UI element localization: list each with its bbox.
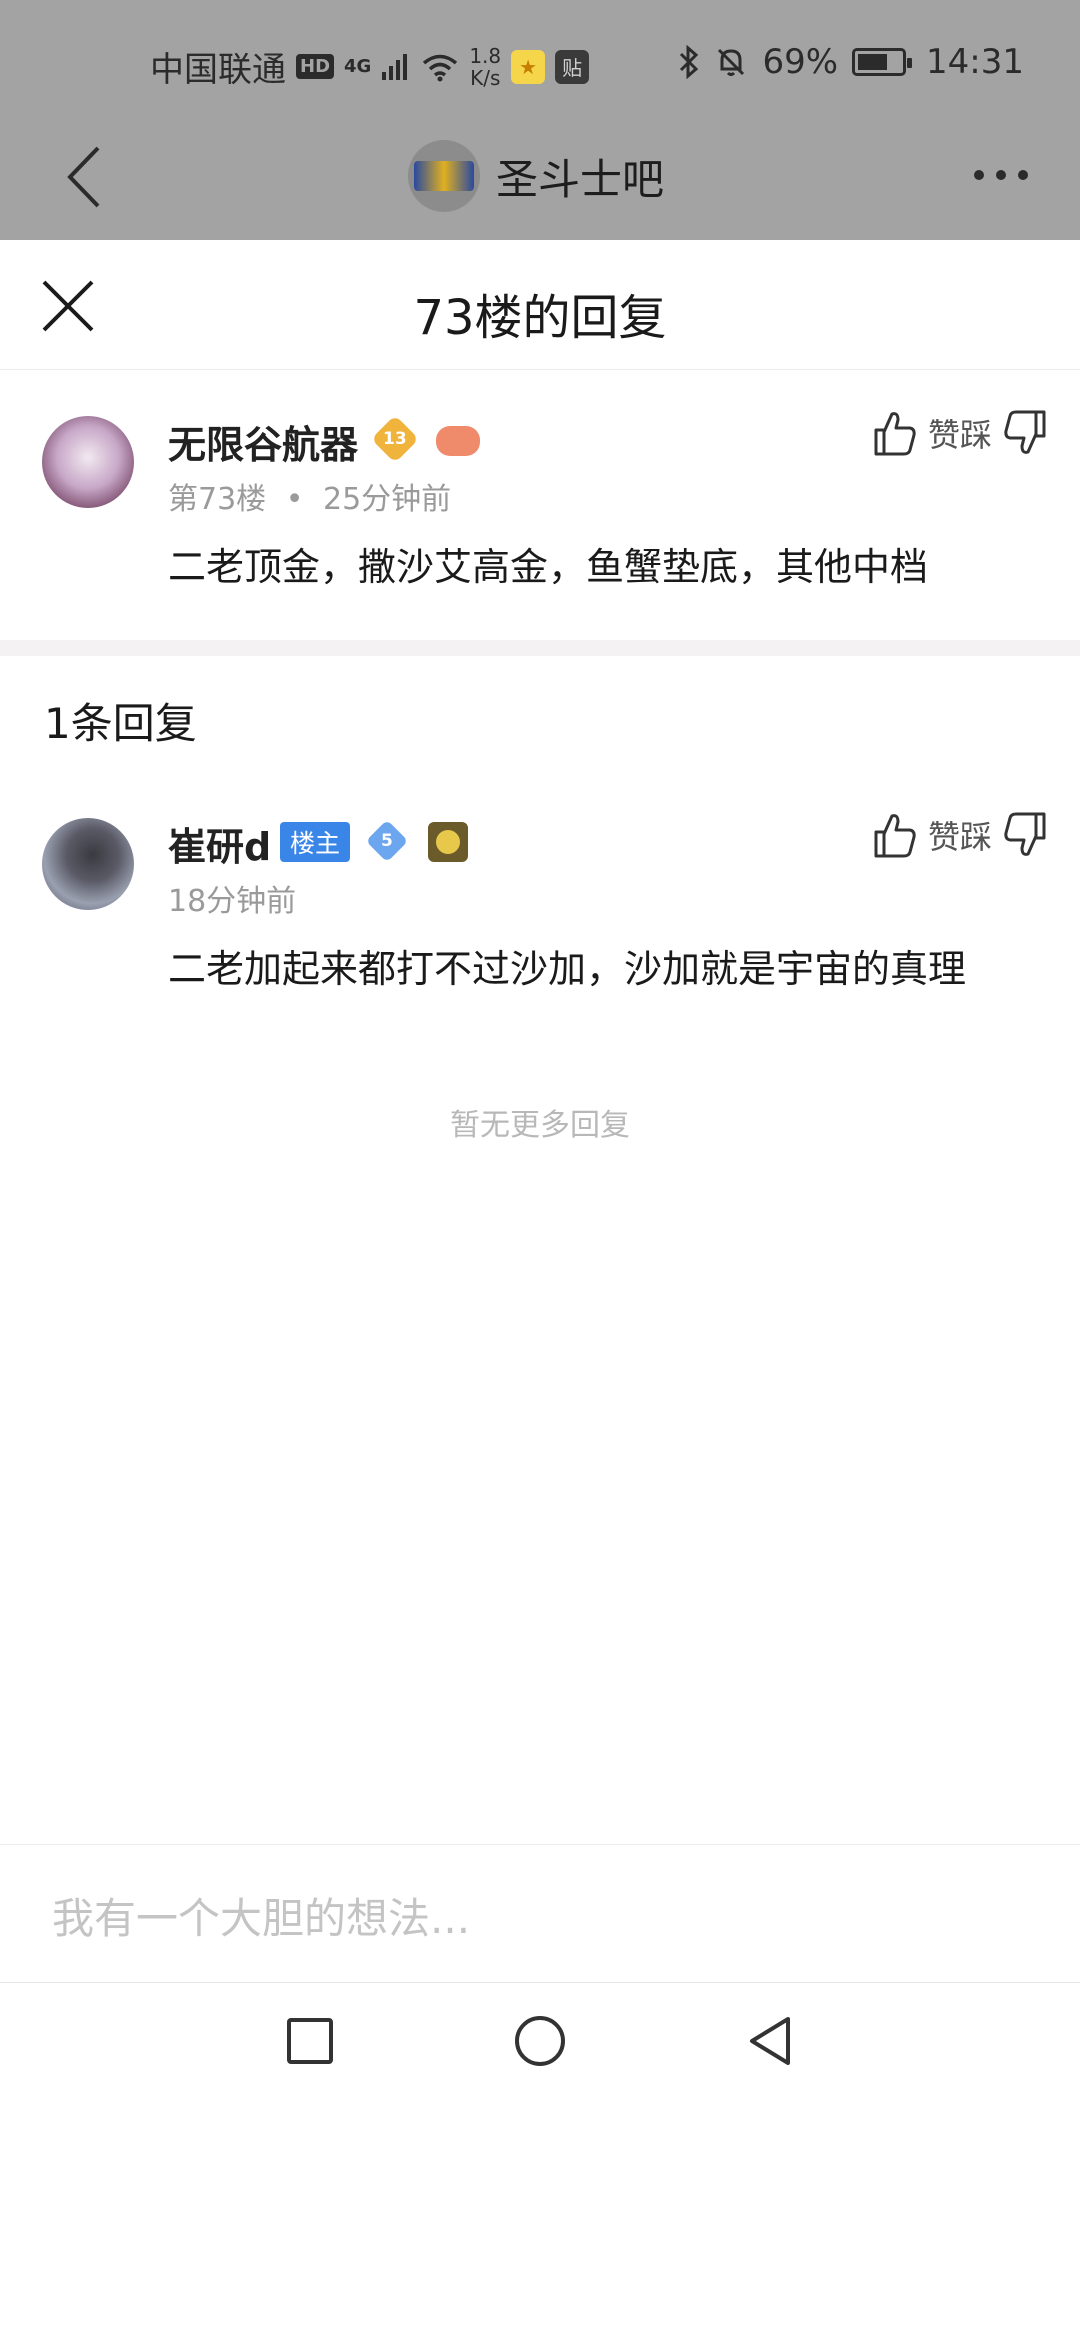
thumbs-up-icon[interactable] — [872, 408, 918, 458]
post-content: 二老顶金，撒沙艾高金，鱼蟹垫底，其他中档 — [168, 545, 929, 589]
forum-nav-bar: 圣斗士吧 — [0, 130, 1080, 240]
thumbs-down-icon[interactable] — [1002, 810, 1048, 860]
avatar[interactable] — [42, 416, 134, 508]
vote-label: 赞踩 — [927, 818, 992, 856]
status-bar: 中国联通 HD 4G 1.8 K/s ★ 贴 69% 14:31 — [0, 0, 1080, 130]
clock: 14:31 — [926, 42, 1024, 82]
replies-count: 1条回复 — [44, 699, 197, 748]
medal-icon — [428, 822, 468, 862]
no-more-replies: 暂无更多回复 — [450, 1108, 630, 1143]
sheet-header: 73楼的回复 — [0, 240, 1080, 370]
mute-bell-icon — [718, 48, 745, 76]
dot — [1018, 170, 1028, 180]
more-dots-icon[interactable] — [974, 170, 1028, 180]
vote-control: 赞踩 — [872, 810, 1048, 860]
tieba-app-icon: 贴 — [555, 49, 590, 84]
floor-number: 第73楼 — [168, 482, 267, 517]
system-nav-bar — [0, 1982, 1080, 2100]
status-right: 69% 14:31 — [678, 42, 1024, 82]
network-type: 4G — [344, 56, 372, 77]
level-badge-icon: 5 — [365, 819, 409, 863]
avatar[interactable] — [42, 818, 134, 910]
host-badge: 楼主 — [280, 822, 351, 862]
level-number: 13 — [383, 428, 407, 449]
bluetooth-icon — [680, 45, 699, 79]
net-speed-unit: K/s — [470, 65, 501, 90]
reply-item: 崔研d 楼主 5 18分钟前 二老加起来都打不过沙加，沙加就是宇宙的真理 赞踩 — [0, 760, 1080, 1010]
net-speed-value: 1.8 — [469, 43, 502, 68]
sheet-title: 73楼的回复 — [413, 290, 667, 346]
recent-apps-icon[interactable] — [280, 2011, 340, 2071]
medal-core — [436, 830, 460, 854]
wifi-icon — [423, 54, 458, 81]
username[interactable]: 崔研d — [168, 816, 271, 871]
back-triangle-icon[interactable] — [740, 2011, 800, 2071]
forum-logo — [414, 161, 474, 191]
carrier-label: 中国联通 — [150, 50, 286, 90]
comment-input-bar[interactable]: 我有一个大胆的想法... — [0, 1844, 1080, 1982]
star-app-icon: ★ — [511, 49, 546, 84]
username[interactable]: 无限谷航器 — [168, 414, 358, 469]
main-post: 无限谷航器 13 第73楼 • 25分钟前 二老顶金，撒沙艾高金，鱼蟹垫底，其他… — [0, 370, 1080, 640]
battery-percent: 69% — [762, 42, 839, 82]
status-left: 中国联通 HD 4G 1.8 K/s ★ 贴 — [150, 42, 590, 91]
thumbs-up-icon[interactable] — [872, 810, 918, 860]
net-speed: 1.8 K/s — [469, 45, 501, 89]
level-badge-icon: 13 — [370, 414, 420, 464]
vote-control: 赞踩 — [872, 408, 1048, 458]
level-number: 5 — [381, 831, 393, 851]
reply-time: 18分钟前 — [168, 884, 297, 919]
gamepad-icon — [436, 426, 480, 456]
dot — [974, 170, 984, 180]
reply-content: 二老加起来都打不过沙加，沙加就是宇宙的真理 — [168, 947, 967, 991]
battery-icon — [852, 48, 913, 76]
dot — [996, 170, 1006, 180]
back-arrow-icon[interactable] — [62, 142, 106, 212]
thumbs-down-icon[interactable] — [1002, 408, 1048, 458]
post-meta: 第73楼 • 25分钟前 — [168, 474, 451, 518]
vote-label: 赞踩 — [927, 416, 992, 454]
hd-icon: HD — [296, 54, 335, 79]
signal-icon — [382, 53, 408, 80]
forum-title[interactable]: 圣斗士吧 — [496, 146, 664, 207]
battery-fill — [858, 54, 888, 70]
section-divider — [0, 640, 1080, 656]
post-time: 25分钟前 — [322, 482, 452, 517]
meta-separator: • — [285, 482, 304, 517]
home-icon[interactable] — [510, 2011, 570, 2071]
comment-input[interactable]: 我有一个大胆的想法... — [52, 1885, 470, 1946]
forum-avatar[interactable] — [408, 140, 480, 212]
